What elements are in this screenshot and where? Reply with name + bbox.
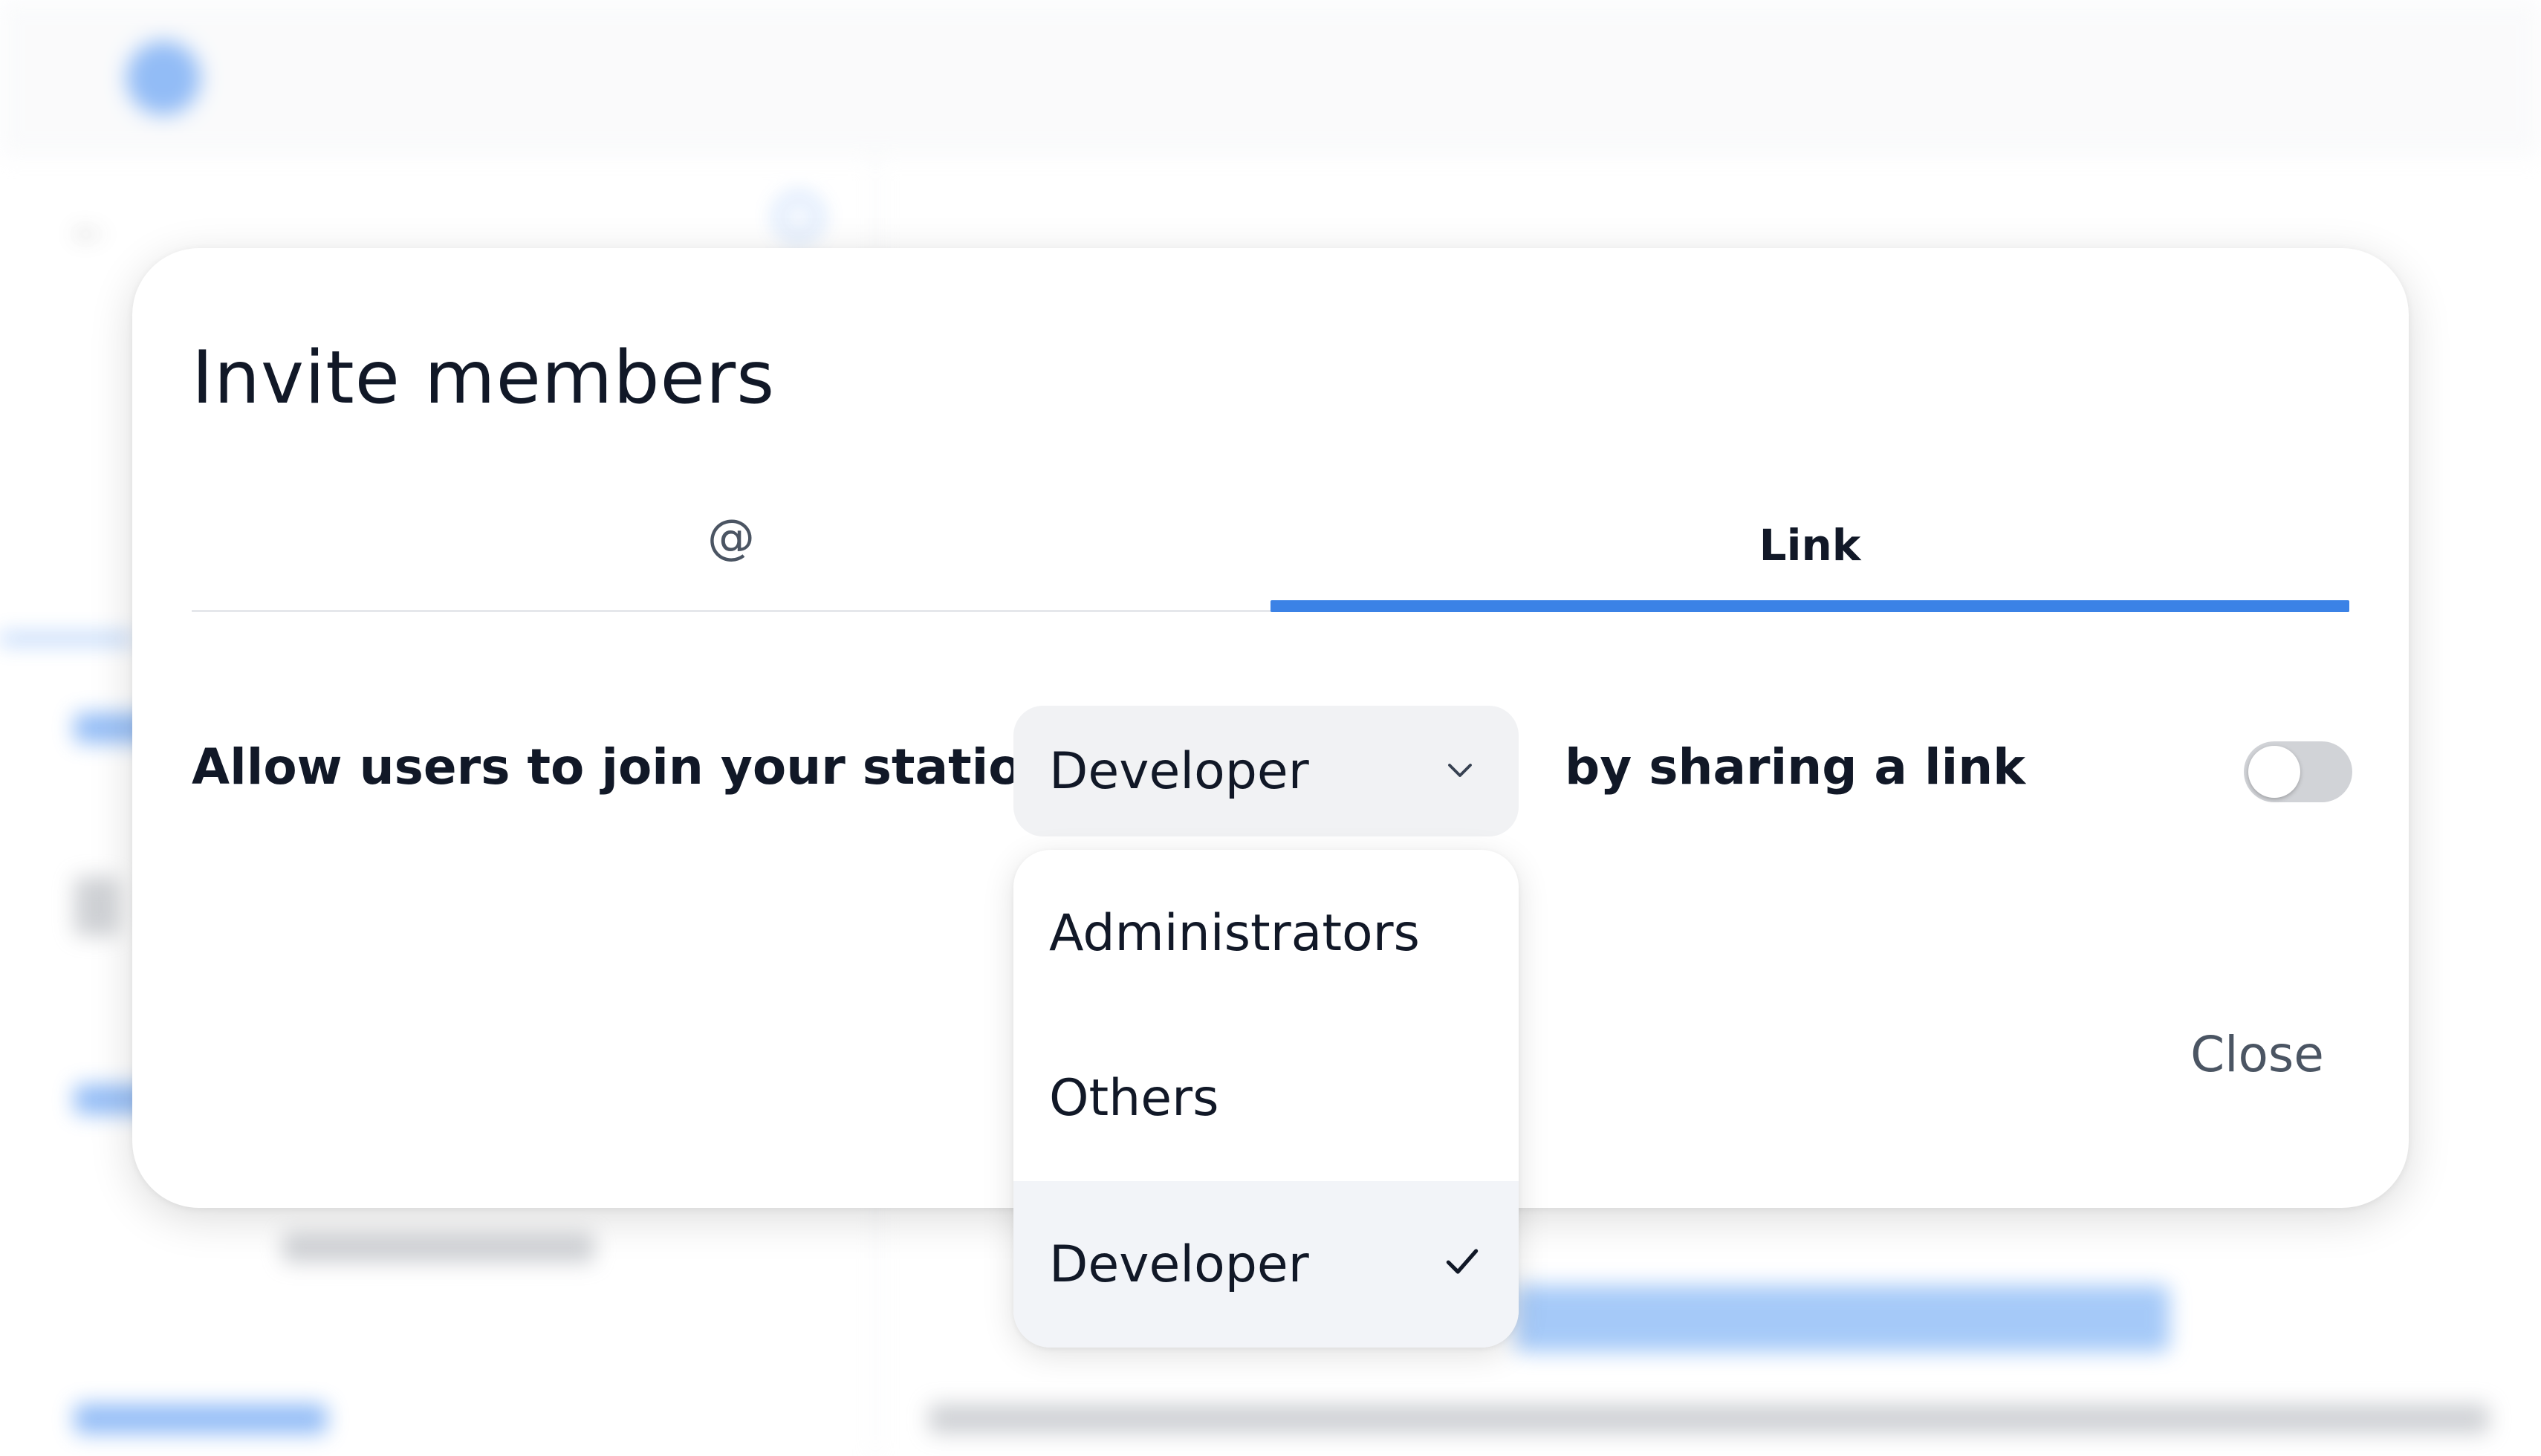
sidebar-text bbox=[282, 1233, 594, 1263]
role-option-developer[interactable]: Developer bbox=[1013, 1181, 1519, 1348]
sidebar-avatar bbox=[74, 877, 119, 936]
role-select[interactable]: Developer bbox=[1013, 706, 1519, 836]
tab-link-label: Link bbox=[1759, 520, 1861, 571]
background-heading bbox=[1516, 1285, 2170, 1352]
app-header: ​ bbox=[0, 0, 2541, 156]
sidebar-link bbox=[74, 1404, 327, 1434]
tab-link[interactable]: Link bbox=[1270, 478, 2349, 612]
role-option-label: Administrators bbox=[1049, 903, 1420, 963]
role-option-administrators[interactable]: Administrators bbox=[1013, 850, 1519, 1016]
close-button[interactable]: Close bbox=[2161, 1006, 2354, 1102]
modal-title: Invite members bbox=[192, 336, 776, 420]
join-role-prefix-label: Allow users to join your station as bbox=[192, 738, 1137, 796]
join-role-suffix-label: by sharing a link bbox=[1565, 738, 2026, 796]
app-logo bbox=[126, 41, 201, 115]
at-icon: @ bbox=[707, 510, 755, 565]
role-dropdown-menu: Administrators Others Developer bbox=[1013, 850, 1519, 1348]
invite-tabs: @ Link bbox=[192, 478, 2349, 612]
chevron-down-icon bbox=[1448, 764, 1472, 777]
role-option-label: Others bbox=[1049, 1068, 1219, 1128]
role-option-others[interactable]: Others bbox=[1013, 1015, 1519, 1181]
background-paragraph bbox=[929, 1404, 2489, 1434]
back-arrow-icon: ← bbox=[67, 201, 111, 251]
tab-email[interactable]: @ bbox=[192, 478, 1270, 612]
sidebar-tab-indicator bbox=[0, 635, 134, 643]
role-select-value: Developer bbox=[1049, 741, 1309, 801]
checkmark-icon bbox=[1446, 1249, 1479, 1274]
share-link-toggle[interactable] bbox=[2244, 741, 2352, 802]
toggle-knob bbox=[2248, 746, 2300, 798]
role-option-label: Developer bbox=[1049, 1235, 1309, 1294]
active-tab-indicator bbox=[1270, 600, 2349, 612]
search-icon bbox=[776, 195, 821, 239]
